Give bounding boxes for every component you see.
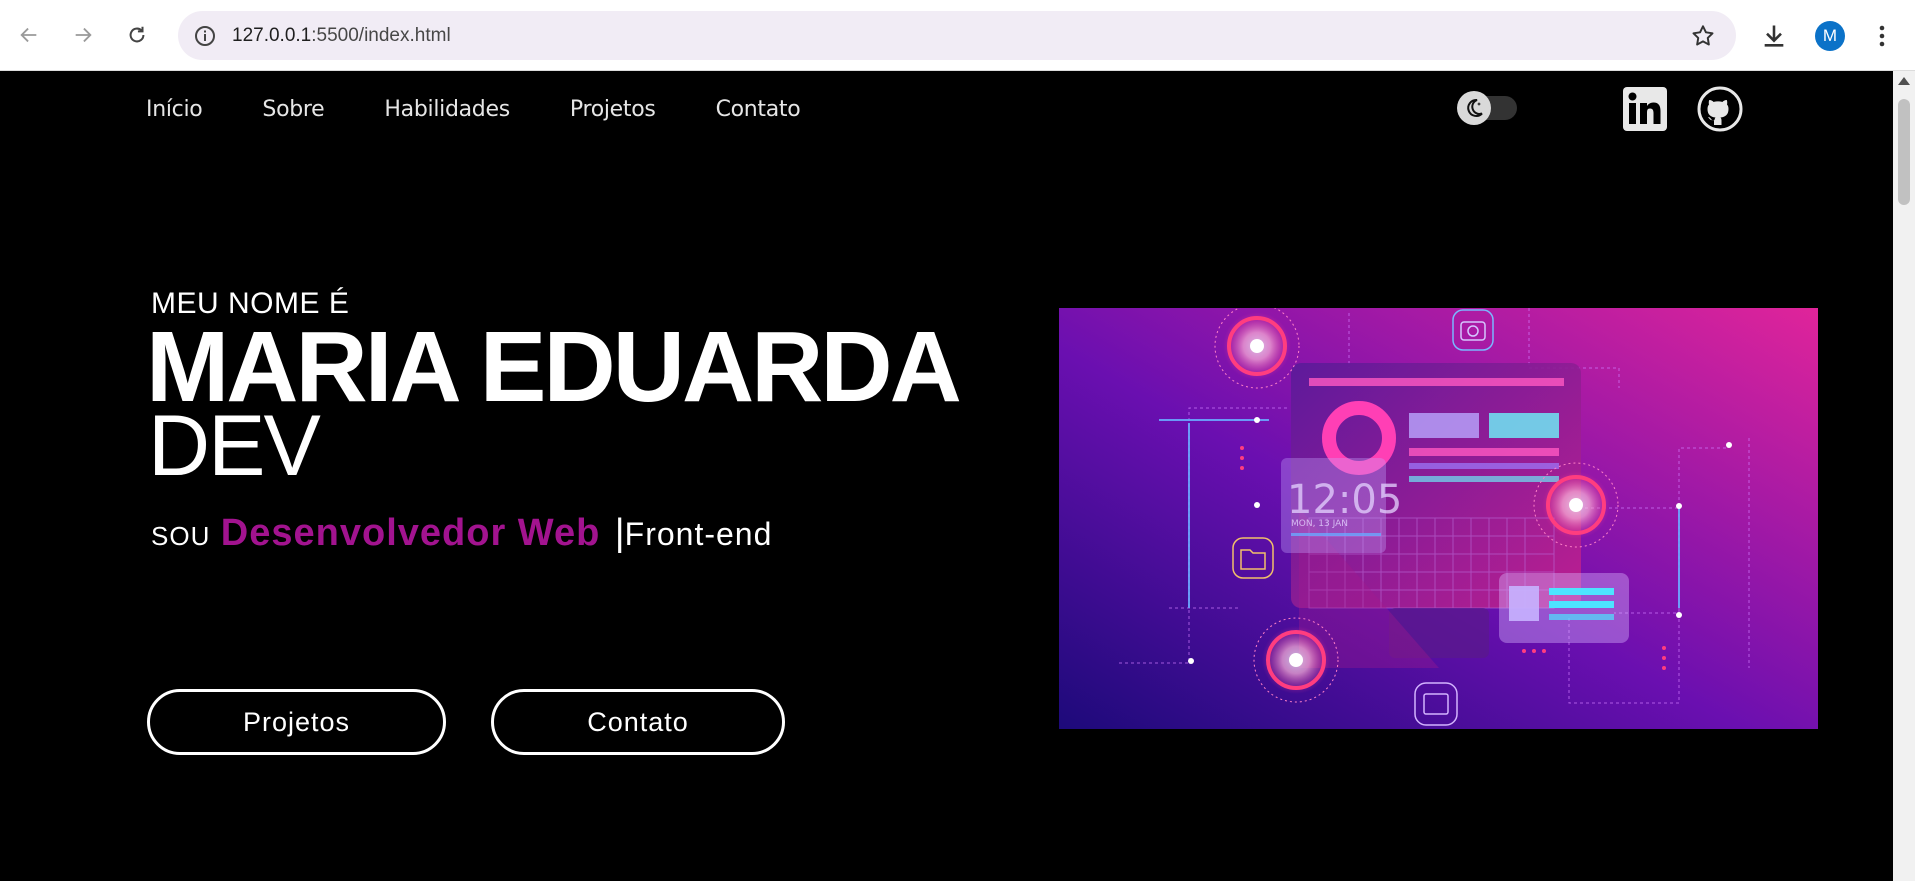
kebab-menu-icon[interactable] [1870, 22, 1894, 50]
illustration-clock: 12:05 [1287, 477, 1402, 523]
url-text[interactable]: 127.0.0.1:5500/index.html [232, 25, 451, 47]
hero-role: DEV [148, 398, 321, 494]
hero-tagline: SOU Desenvolvedor Web |Front-end [151, 512, 772, 555]
page-scrollbar[interactable] [1893, 71, 1915, 881]
download-icon[interactable] [1760, 22, 1788, 50]
nav-link-sobre[interactable]: Sobre [262, 97, 324, 122]
browser-toolbar: 127.0.0.1:5500/index.html M [0, 0, 1915, 71]
theme-toggle[interactable] [1457, 91, 1519, 125]
tagline-prefix: SOU [151, 521, 211, 551]
contact-button[interactable]: Contato [491, 689, 785, 755]
github-icon[interactable] [1697, 86, 1743, 132]
star-icon[interactable] [1690, 23, 1716, 49]
scrollbar-thumb[interactable] [1898, 99, 1910, 205]
tagline-typed: Front-end [624, 516, 773, 552]
address-bar[interactable]: 127.0.0.1:5500/index.html [178, 11, 1736, 60]
forward-button[interactable] [68, 20, 98, 50]
tagline-accent: Desenvolvedor Web [220, 512, 601, 554]
projects-button[interactable]: Projetos [147, 689, 446, 755]
back-button[interactable] [14, 20, 44, 50]
nav-link-inicio[interactable]: Início [146, 97, 203, 122]
reload-icon [129, 26, 145, 43]
moon-stars-icon [1467, 98, 1483, 117]
main-nav: Início Sobre Habilidades Projetos Contat… [146, 97, 860, 122]
info-icon[interactable] [193, 24, 217, 48]
nav-link-habilidades[interactable]: Habilidades [384, 97, 510, 122]
page-viewport: Início Sobre Habilidades Projetos Contat… [0, 71, 1893, 881]
toggle-knob [1457, 91, 1491, 125]
profile-avatar[interactable]: M [1815, 21, 1845, 51]
typing-caret: | [614, 512, 625, 554]
nav-link-projetos[interactable]: Projetos [570, 97, 656, 122]
url-path: :5500/index.html [311, 25, 451, 46]
scroll-up-icon[interactable] [1898, 77, 1910, 85]
reload-button[interactable] [122, 20, 152, 50]
forward-arrow-icon [75, 27, 92, 43]
illustration-date: MON, 13 JAN [1291, 519, 1348, 529]
hero-illustration: 12:05 MON, 13 JAN [1059, 308, 1818, 729]
nav-link-contato[interactable]: Contato [716, 97, 801, 122]
back-arrow-icon [20, 27, 37, 43]
url-host: 127.0.0.1 [232, 25, 312, 46]
linkedin-icon[interactable] [1622, 86, 1668, 132]
